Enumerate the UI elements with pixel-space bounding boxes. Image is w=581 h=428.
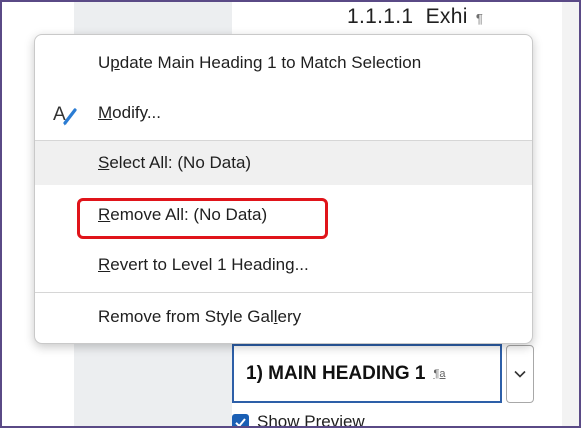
menu-separator (35, 292, 532, 293)
checkmark-icon (235, 417, 246, 426)
menu-item-remove-from-gallery[interactable]: Remove from Style Gallery (35, 295, 532, 339)
menu-item-label: Remove All: (No Data) (98, 205, 268, 224)
screenshot-frame: 1.1.1.1 Exhi ¶ 1) MAIN HEADING 1 ¶a Show… (0, 0, 581, 428)
document-heading: 1.1.1.1 Exhi ¶ (347, 5, 483, 29)
menu-item-label: Select All: (No Data) (98, 153, 252, 172)
menu-item-modify[interactable]: A Modify... (35, 91, 532, 135)
style-name: 1) MAIN HEADING 1 (246, 362, 426, 384)
menu-item-select-all[interactable]: Select All: (No Data) (35, 141, 532, 185)
show-preview-option[interactable]: Show Preview (232, 412, 365, 428)
heading-number: 1.1.1.1 (347, 5, 414, 28)
menu-item-label: Update Main Heading 1 to Match Selection (98, 53, 422, 72)
menu-item-label: Remove from Style Gallery (98, 307, 302, 326)
menu-item-remove-all[interactable]: Remove All: (No Data) (35, 193, 532, 237)
menu-item-label: Revert to Level 1 Heading... (98, 255, 309, 274)
show-preview-label: Show Preview (257, 412, 365, 428)
menu-item-update-heading[interactable]: Update Main Heading 1 to Match Selection (35, 41, 532, 85)
modify-style-icon: A (53, 104, 77, 126)
right-scroll-area[interactable] (562, 2, 579, 426)
style-name-box[interactable]: 1) MAIN HEADING 1 ¶a (232, 344, 502, 403)
heading-text: Exhi (425, 5, 468, 28)
show-preview-checkbox[interactable] (232, 413, 249, 426)
pilcrow-mark: ¶ (475, 11, 484, 26)
style-dropdown-button[interactable] (506, 345, 534, 403)
linked-style-mark: ¶a (433, 367, 446, 380)
chevron-down-icon (514, 370, 526, 378)
menu-item-label: Modify... (98, 103, 161, 122)
menu-item-revert-heading[interactable]: Revert to Level 1 Heading... (35, 243, 532, 287)
style-context-menu: Update Main Heading 1 to Match Selection… (34, 34, 533, 344)
